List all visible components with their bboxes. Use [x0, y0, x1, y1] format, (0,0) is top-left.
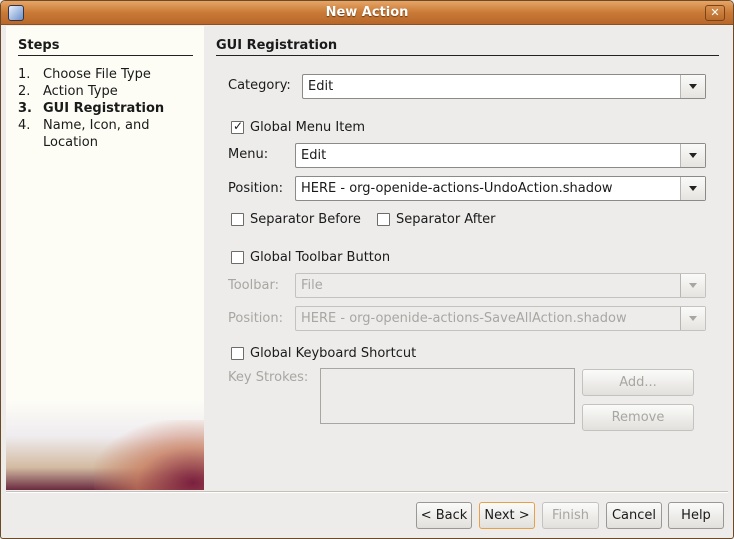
global-menu-item-label: Global Menu Item — [250, 120, 366, 135]
toolbar-position-label: Position: — [228, 311, 283, 326]
separator-after-checkbox[interactable] — [377, 213, 390, 226]
category-value: Edit — [308, 79, 334, 94]
step-label: GUI Registration — [43, 101, 165, 116]
position-combo[interactable]: HERE - org-openide-actions-UndoAction.sh… — [295, 176, 706, 201]
step-number: 3. — [18, 101, 32, 116]
step-item: 2. Action Type — [18, 84, 118, 99]
chevron-down-icon[interactable] — [680, 75, 705, 98]
step-label: Name, Icon, and — [43, 118, 150, 133]
key-strokes-list[interactable] — [320, 368, 575, 424]
separator-before-checkbox[interactable] — [231, 213, 244, 226]
toolbar-label: Toolbar: — [228, 278, 279, 293]
step-label: Choose File Type — [43, 67, 151, 82]
toolbar-combo[interactable]: File — [295, 273, 706, 298]
step-item: Location — [18, 135, 98, 150]
chevron-down-icon[interactable] — [680, 274, 705, 297]
separator-before-label: Separator Before — [250, 212, 361, 227]
toolbar-position-value: HERE - org-openide-actions-SaveAllAction… — [301, 311, 627, 326]
step-number: 1. — [18, 67, 31, 82]
toolbar-value: File — [301, 278, 323, 293]
category-label: Category: — [228, 78, 291, 93]
step-number: 2. — [18, 84, 31, 99]
global-toolbar-button-label: Global Toolbar Button — [250, 250, 391, 265]
finish-button[interactable]: Finish — [542, 502, 599, 529]
chevron-down-icon[interactable] — [680, 144, 705, 167]
chevron-down-icon[interactable] — [680, 177, 705, 200]
global-keyboard-shortcut-checkbox[interactable] — [231, 347, 244, 360]
steps-heading: Steps — [18, 38, 193, 56]
separator-after-label: Separator After — [396, 212, 496, 227]
global-toolbar-button-checkbox[interactable] — [231, 251, 244, 264]
menu-value: Edit — [301, 148, 327, 163]
footer-divider — [6, 491, 728, 493]
key-strokes-label: Key Strokes: — [228, 370, 309, 385]
toolbar-position-combo[interactable]: HERE - org-openide-actions-SaveAllAction… — [295, 306, 706, 331]
decorative-artwork-accent — [94, 420, 204, 490]
step-label: Action Type — [43, 84, 118, 99]
help-button[interactable]: Help — [668, 502, 724, 529]
menu-combo[interactable]: Edit — [295, 143, 706, 168]
global-keyboard-shortcut-label: Global Keyboard Shortcut — [250, 346, 417, 361]
back-button[interactable]: < Back — [416, 502, 472, 529]
category-combo[interactable]: Edit — [302, 74, 706, 99]
new-action-dialog: New Action ✕ Steps 1. Choose File Type 2.… — [0, 0, 734, 539]
close-button[interactable]: ✕ — [705, 5, 725, 21]
position-label: Position: — [228, 181, 283, 196]
section-heading: GUI Registration — [216, 38, 719, 56]
step-number: 4. — [18, 118, 31, 133]
step-item: 4. Name, Icon, and — [18, 118, 150, 133]
step-item-current: 3. GUI Registration — [18, 101, 164, 116]
step-item: 1. Choose File Type — [18, 67, 151, 82]
chevron-down-icon[interactable] — [680, 307, 705, 330]
cancel-button[interactable]: Cancel — [606, 502, 662, 529]
position-value: HERE - org-openide-actions-UndoAction.sh… — [301, 181, 613, 196]
close-icon: ✕ — [710, 6, 720, 19]
next-button[interactable]: Next > — [479, 502, 535, 529]
window-title: New Action — [325, 5, 409, 20]
remove-button[interactable]: Remove — [582, 404, 694, 431]
add-button[interactable]: Add... — [582, 369, 694, 396]
menu-label: Menu: — [228, 147, 269, 162]
title-bar: New Action ✕ — [1, 1, 733, 25]
steps-panel: Steps 1. Choose File Type 2. Action Type 3… — [6, 26, 204, 490]
global-menu-item-checkbox[interactable] — [231, 119, 244, 134]
step-label: Location — [43, 135, 98, 150]
